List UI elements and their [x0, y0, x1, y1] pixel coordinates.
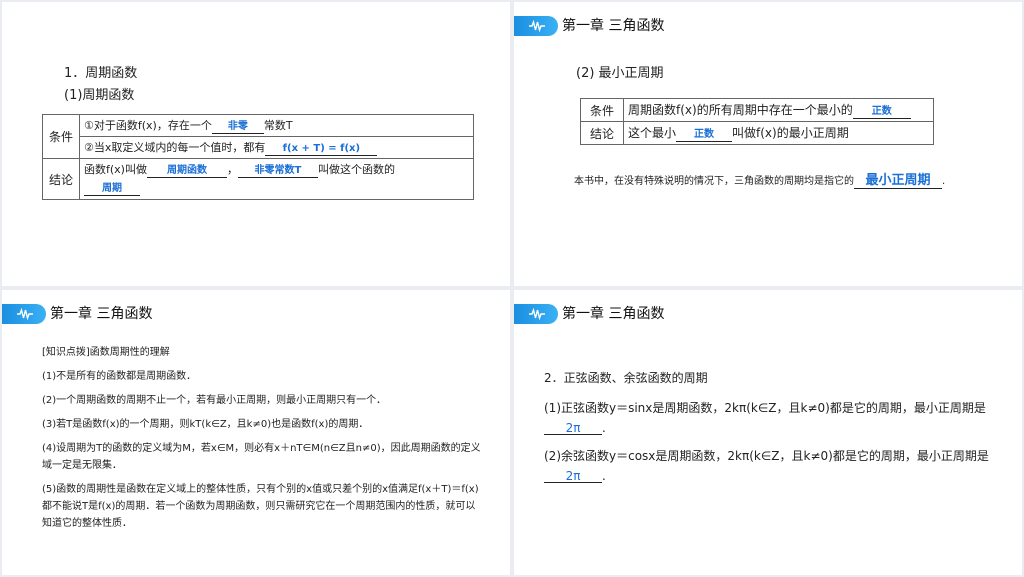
- slide-sin-cos-period: 第一章 三角函数 2．正弦函数、余弦函数的周期 (1)正弦函数y＝sinx是周期…: [514, 290, 1022, 575]
- conclusion-text: 函数f(x)叫做: [84, 163, 147, 176]
- answer-blank: 非零: [211, 121, 264, 134]
- slide-min-positive-period: 第一章 三角函数 (2) 最小正周期 条件 周期函数f(x)的所有周期中存在一个…: [514, 2, 1022, 286]
- conclusion-tail: 叫做f(x)的最小正周期: [732, 126, 849, 140]
- conclusion-text: 这个最小 正数 叫做f(x)的最小正周期: [623, 121, 934, 145]
- note-text: 本书中，在没有特殊说明的情况下，三角函数的周期均是指它的: [574, 176, 854, 187]
- chapter-tab: [2, 304, 46, 324]
- sine-period: (1)正弦函数y＝sinx是周期函数，2kπ(k∈Z，且k≠0)都是它的周期，最…: [544, 398, 999, 438]
- sine-end: .: [602, 421, 606, 435]
- chapter-tab: [514, 16, 558, 36]
- definition-table: 条件 ①对于函数f(x)，存在一个 非零 常数T ②当x取定义域内的每一个值时，都有…: [42, 114, 474, 200]
- chapter-title: 第一章 三角函数: [50, 306, 153, 322]
- answer-blank: 2π: [544, 422, 602, 435]
- answer-blank: 周期函数: [146, 165, 227, 178]
- tips-heading: [知识点拨]函数周期性的理解: [42, 347, 170, 358]
- answer-blank: f(x + T) = f(x): [265, 143, 378, 156]
- slide-knowledge-tips: 第一章 三角函数 [知识点拨]函数周期性的理解 (1)不是所有的函数都是周期函数…: [2, 290, 510, 575]
- subsection-heading: (2) 最小正周期: [576, 66, 664, 81]
- cosine-end: .: [602, 469, 606, 483]
- condition-1: ①对于函数f(x)，存在一个 非零 常数T: [79, 114, 474, 137]
- conclusion: 函数f(x)叫做 周期函数，非零常数T 叫做这个函数的 周期: [79, 158, 474, 200]
- wave-icon: [17, 308, 33, 320]
- tip-item: (2)一个周期函数的周期不止一个，若有最小正周期，则最小正周期只有一个．: [42, 395, 387, 406]
- wave-icon: [529, 20, 545, 32]
- answer-blank: 非零常数T: [237, 165, 318, 178]
- cosine-period: (2)余弦函数y＝cosx是周期函数，2kπ(k∈Z，且k≠0)都是它的周期，最…: [544, 446, 999, 486]
- slide-periodic-function: 1．周期函数 (1)周期函数 条件 ①对于函数f(x)，存在一个 非零 常数T ②当…: [2, 2, 510, 286]
- condition-body: 周期函数f(x)的所有周期中存在一个最小的: [628, 103, 853, 117]
- conclusion-label: 结论: [580, 121, 624, 145]
- wave-icon: [529, 308, 545, 320]
- chapter-tab: [514, 304, 558, 324]
- condition-label: 条件: [42, 114, 80, 159]
- tip-item: (1)不是所有的函数都是周期函数．: [42, 371, 197, 382]
- note-end: .: [942, 176, 946, 187]
- subsection-heading: (1)周期函数: [64, 88, 135, 103]
- conclusion-body: 这个最小: [628, 126, 677, 140]
- period-content: 2．正弦函数、余弦函数的周期 (1)正弦函数y＝sinx是周期函数，2kπ(k∈…: [544, 368, 999, 494]
- tip-item: (3)若T是函数f(x)的一个周期，则kT(k∈Z，且k≠0)也是函数f(x)的…: [42, 419, 369, 430]
- answer-blank: 正数: [676, 129, 733, 142]
- section-heading: 1．周期函数: [64, 66, 138, 81]
- condition-label: 条件: [580, 98, 624, 122]
- answer-blank: 最小正周期: [854, 173, 942, 189]
- section-heading: 2．正弦函数、余弦函数的周期: [544, 371, 708, 385]
- condition-2-text: ②当x取定义域内的每一个值时，都有: [84, 141, 266, 154]
- tip-item: (5)函数的周期性是函数在定义域上的整体性质，只有个别的x值或只差个别的x值满足…: [42, 484, 479, 529]
- conclusion-tail: 叫做这个函数的: [317, 163, 395, 176]
- tips-list: [知识点拨]函数周期性的理解 (1)不是所有的函数都是周期函数． (2)一个周期…: [42, 344, 482, 539]
- condition-1-tail: 常数T: [263, 119, 293, 132]
- condition-2: ②当x取定义域内的每一个值时，都有 f(x + T) = f(x): [79, 136, 474, 159]
- conclusion-label: 结论: [42, 158, 80, 200]
- chapter-title: 第一章 三角函数: [562, 306, 665, 322]
- answer-blank: 正数: [852, 106, 911, 119]
- conclusion-sep: ，: [226, 163, 238, 176]
- tip-item: (4)设周期为T的函数的定义域为M，若x∈M，则必有x＋nT∈M(n∈Z且n≠0…: [42, 443, 481, 471]
- condition-text: 周期函数f(x)的所有周期中存在一个最小的 正数: [623, 98, 934, 122]
- answer-blank: 2π: [544, 470, 602, 483]
- min-period-table: 条件 周期函数f(x)的所有周期中存在一个最小的 正数 结论 这个最小 正数 叫做f(…: [580, 98, 934, 145]
- cosine-text: (2)余弦函数y＝cosx是周期函数，2kπ(k∈Z，且k≠0)都是它的周期，最…: [544, 449, 989, 463]
- sine-text: (1)正弦函数y＝sinx是周期函数，2kπ(k∈Z，且k≠0)都是它的周期，最…: [544, 401, 986, 415]
- chapter-title: 第一章 三角函数: [562, 18, 665, 34]
- note: 本书中，在没有特殊说明的情况下，三角函数的周期均是指它的 最小正周期.: [574, 172, 945, 189]
- answer-blank: 周期: [84, 183, 140, 196]
- condition-1-text: ①对于函数f(x)，存在一个: [84, 119, 212, 132]
